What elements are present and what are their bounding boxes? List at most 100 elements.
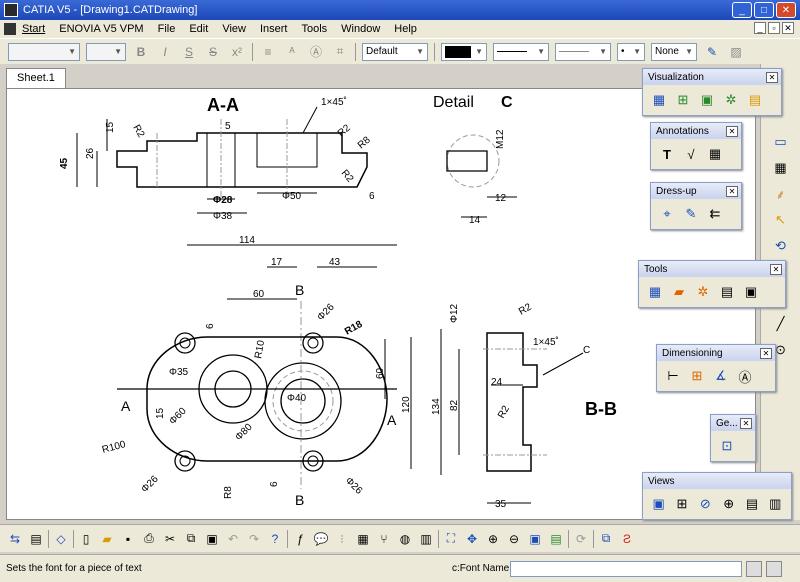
- comment-icon[interactable]: 💬: [312, 530, 330, 548]
- projection-view-icon[interactable]: ⊞: [672, 494, 691, 514]
- display-icon[interactable]: ▤: [745, 90, 765, 110]
- panel-close-button[interactable]: ✕: [726, 125, 738, 137]
- minimize-button[interactable]: _: [732, 2, 752, 18]
- justify-icon[interactable]: ≡: [259, 43, 277, 61]
- center-line-icon[interactable]: ⌖: [657, 204, 677, 224]
- sketcher-grid-icon[interactable]: ⊞: [673, 90, 693, 110]
- formula-icon[interactable]: ƒ: [291, 530, 309, 548]
- menu-view[interactable]: View: [222, 23, 246, 35]
- grid-icon[interactable]: ▦: [649, 90, 669, 110]
- point-icon[interactable]: ⊡: [717, 436, 737, 456]
- grid-icon[interactable]: ▦: [771, 158, 791, 178]
- analysis-display-icon[interactable]: ▰: [669, 282, 689, 302]
- text-icon[interactable]: T: [657, 144, 677, 164]
- copy-icon[interactable]: ⧉: [182, 530, 200, 548]
- panel-close-button[interactable]: ✕: [770, 263, 782, 275]
- menu-file[interactable]: File: [158, 23, 176, 35]
- zoom-out-icon[interactable]: ⊖: [505, 530, 523, 548]
- doc-minimize-button[interactable]: _: [754, 22, 766, 34]
- bold-icon[interactable]: B: [132, 43, 150, 61]
- panel-close-button[interactable]: ✕: [740, 417, 752, 429]
- point-symbol-combo[interactable]: • ▼: [617, 42, 645, 61]
- help-icon[interactable]: ?: [266, 530, 284, 548]
- fit-all-icon[interactable]: ⛶: [442, 530, 460, 548]
- pan-icon[interactable]: ✥: [463, 530, 481, 548]
- clipping-view-icon[interactable]: ▤: [742, 494, 761, 514]
- datum-feature-icon[interactable]: Ⓐ: [735, 366, 755, 386]
- create-detail-icon[interactable]: ▤: [717, 282, 737, 302]
- sheet-view-icon[interactable]: ▤: [547, 530, 565, 548]
- broken-view-icon[interactable]: ▥: [766, 494, 785, 514]
- power-input[interactable]: [510, 560, 742, 577]
- doc-close-button[interactable]: ✕: [782, 22, 794, 34]
- menu-window[interactable]: Window: [341, 23, 380, 35]
- update-icon[interactable]: ▣: [741, 282, 761, 302]
- thickness-combo[interactable]: ▼: [555, 42, 611, 61]
- anchor-point-icon[interactable]: ᴬ: [283, 43, 301, 61]
- undo-icon[interactable]: ↶: [224, 530, 242, 548]
- grid-snap-icon[interactable]: ▦: [645, 282, 665, 302]
- status-button[interactable]: [766, 560, 782, 577]
- render-icon[interactable]: ◍: [396, 530, 414, 548]
- select-arrow-icon[interactable]: ↖: [771, 210, 791, 230]
- italic-icon[interactable]: I: [156, 43, 174, 61]
- superscript-icon[interactable]: x²: [228, 43, 246, 61]
- menu-insert[interactable]: Insert: [260, 23, 288, 35]
- menu-edit[interactable]: Edit: [189, 23, 208, 35]
- new-icon[interactable]: ▯: [77, 530, 95, 548]
- doc-restore-button[interactable]: ▫: [768, 22, 780, 34]
- table-icon[interactable]: ▦: [705, 144, 725, 164]
- cut-icon[interactable]: ✂: [161, 530, 179, 548]
- section-view-icon[interactable]: ⊘: [696, 494, 715, 514]
- normal-view-icon[interactable]: ▣: [526, 530, 544, 548]
- swap-visible-space-icon[interactable]: ⧉: [597, 530, 615, 548]
- panel-close-button[interactable]: ✕: [726, 185, 738, 197]
- line-icon[interactable]: ╱: [771, 314, 791, 334]
- area-fill-icon[interactable]: ✎: [681, 204, 701, 224]
- copy-format-icon[interactable]: ✎: [703, 43, 721, 61]
- strikethrough-icon[interactable]: S: [204, 43, 222, 61]
- catalog-icon[interactable]: ▤: [27, 530, 45, 548]
- arrow-icon[interactable]: ⇇: [705, 204, 725, 224]
- maximize-button[interactable]: □: [754, 2, 774, 18]
- tab-sheet1[interactable]: Sheet.1: [6, 68, 66, 88]
- open-icon[interactable]: ▰: [98, 530, 116, 548]
- analysis-icon[interactable]: ✲: [721, 90, 741, 110]
- pattern-combo[interactable]: None ▼: [651, 42, 697, 61]
- spline-icon[interactable]: ⸙: [771, 184, 791, 204]
- panel-close-button[interactable]: ✕: [766, 71, 778, 83]
- rotate-view-icon[interactable]: ⟲: [771, 236, 791, 256]
- chart-icon[interactable]: ▥: [417, 530, 435, 548]
- eraser-icon[interactable]: ◇: [52, 530, 70, 548]
- style-combo[interactable]: Default ▼: [362, 42, 428, 61]
- knowledge-icon[interactable]: ⁝: [333, 530, 351, 548]
- frame-icon[interactable]: Ⓐ: [307, 43, 325, 61]
- filter-icon[interactable]: ▣: [697, 90, 717, 110]
- linetype-combo[interactable]: ▼: [493, 42, 549, 61]
- dimension-icon[interactable]: ⊢: [663, 366, 683, 386]
- chain-dimension-icon[interactable]: ⊞: [687, 366, 707, 386]
- panel-close-button[interactable]: ✕: [760, 347, 772, 359]
- paste-icon[interactable]: ▣: [203, 530, 221, 548]
- status-button[interactable]: [746, 560, 762, 577]
- workbench-icon[interactable]: ⇆: [6, 530, 24, 548]
- color-combo[interactable]: ▼: [441, 42, 487, 61]
- menu-tools[interactable]: Tools: [301, 23, 327, 35]
- font-size-combo[interactable]: ▼: [86, 42, 126, 61]
- menu-start[interactable]: Start: [22, 23, 45, 35]
- refresh-icon[interactable]: ⟳: [572, 530, 590, 548]
- roughness-icon[interactable]: √: [681, 144, 701, 164]
- front-view-icon[interactable]: ▣: [649, 494, 668, 514]
- dimension-system-icon[interactable]: ✲: [693, 282, 713, 302]
- grid-icon[interactable]: ▦: [354, 530, 372, 548]
- insert-symbol-icon[interactable]: ⌗: [331, 43, 349, 61]
- redo-icon[interactable]: ↷: [245, 530, 263, 548]
- font-name-combo[interactable]: ▼: [8, 42, 80, 61]
- save-icon[interactable]: ▪: [119, 530, 137, 548]
- close-button[interactable]: ✕: [776, 2, 796, 18]
- underline-icon[interactable]: S: [180, 43, 198, 61]
- menu-enovia[interactable]: ENOVIA V5 VPM: [59, 23, 143, 35]
- angle-dimension-icon[interactable]: ∡: [711, 366, 731, 386]
- detail-view-icon[interactable]: ⊕: [719, 494, 738, 514]
- rectangle-icon[interactable]: ▭: [771, 132, 791, 152]
